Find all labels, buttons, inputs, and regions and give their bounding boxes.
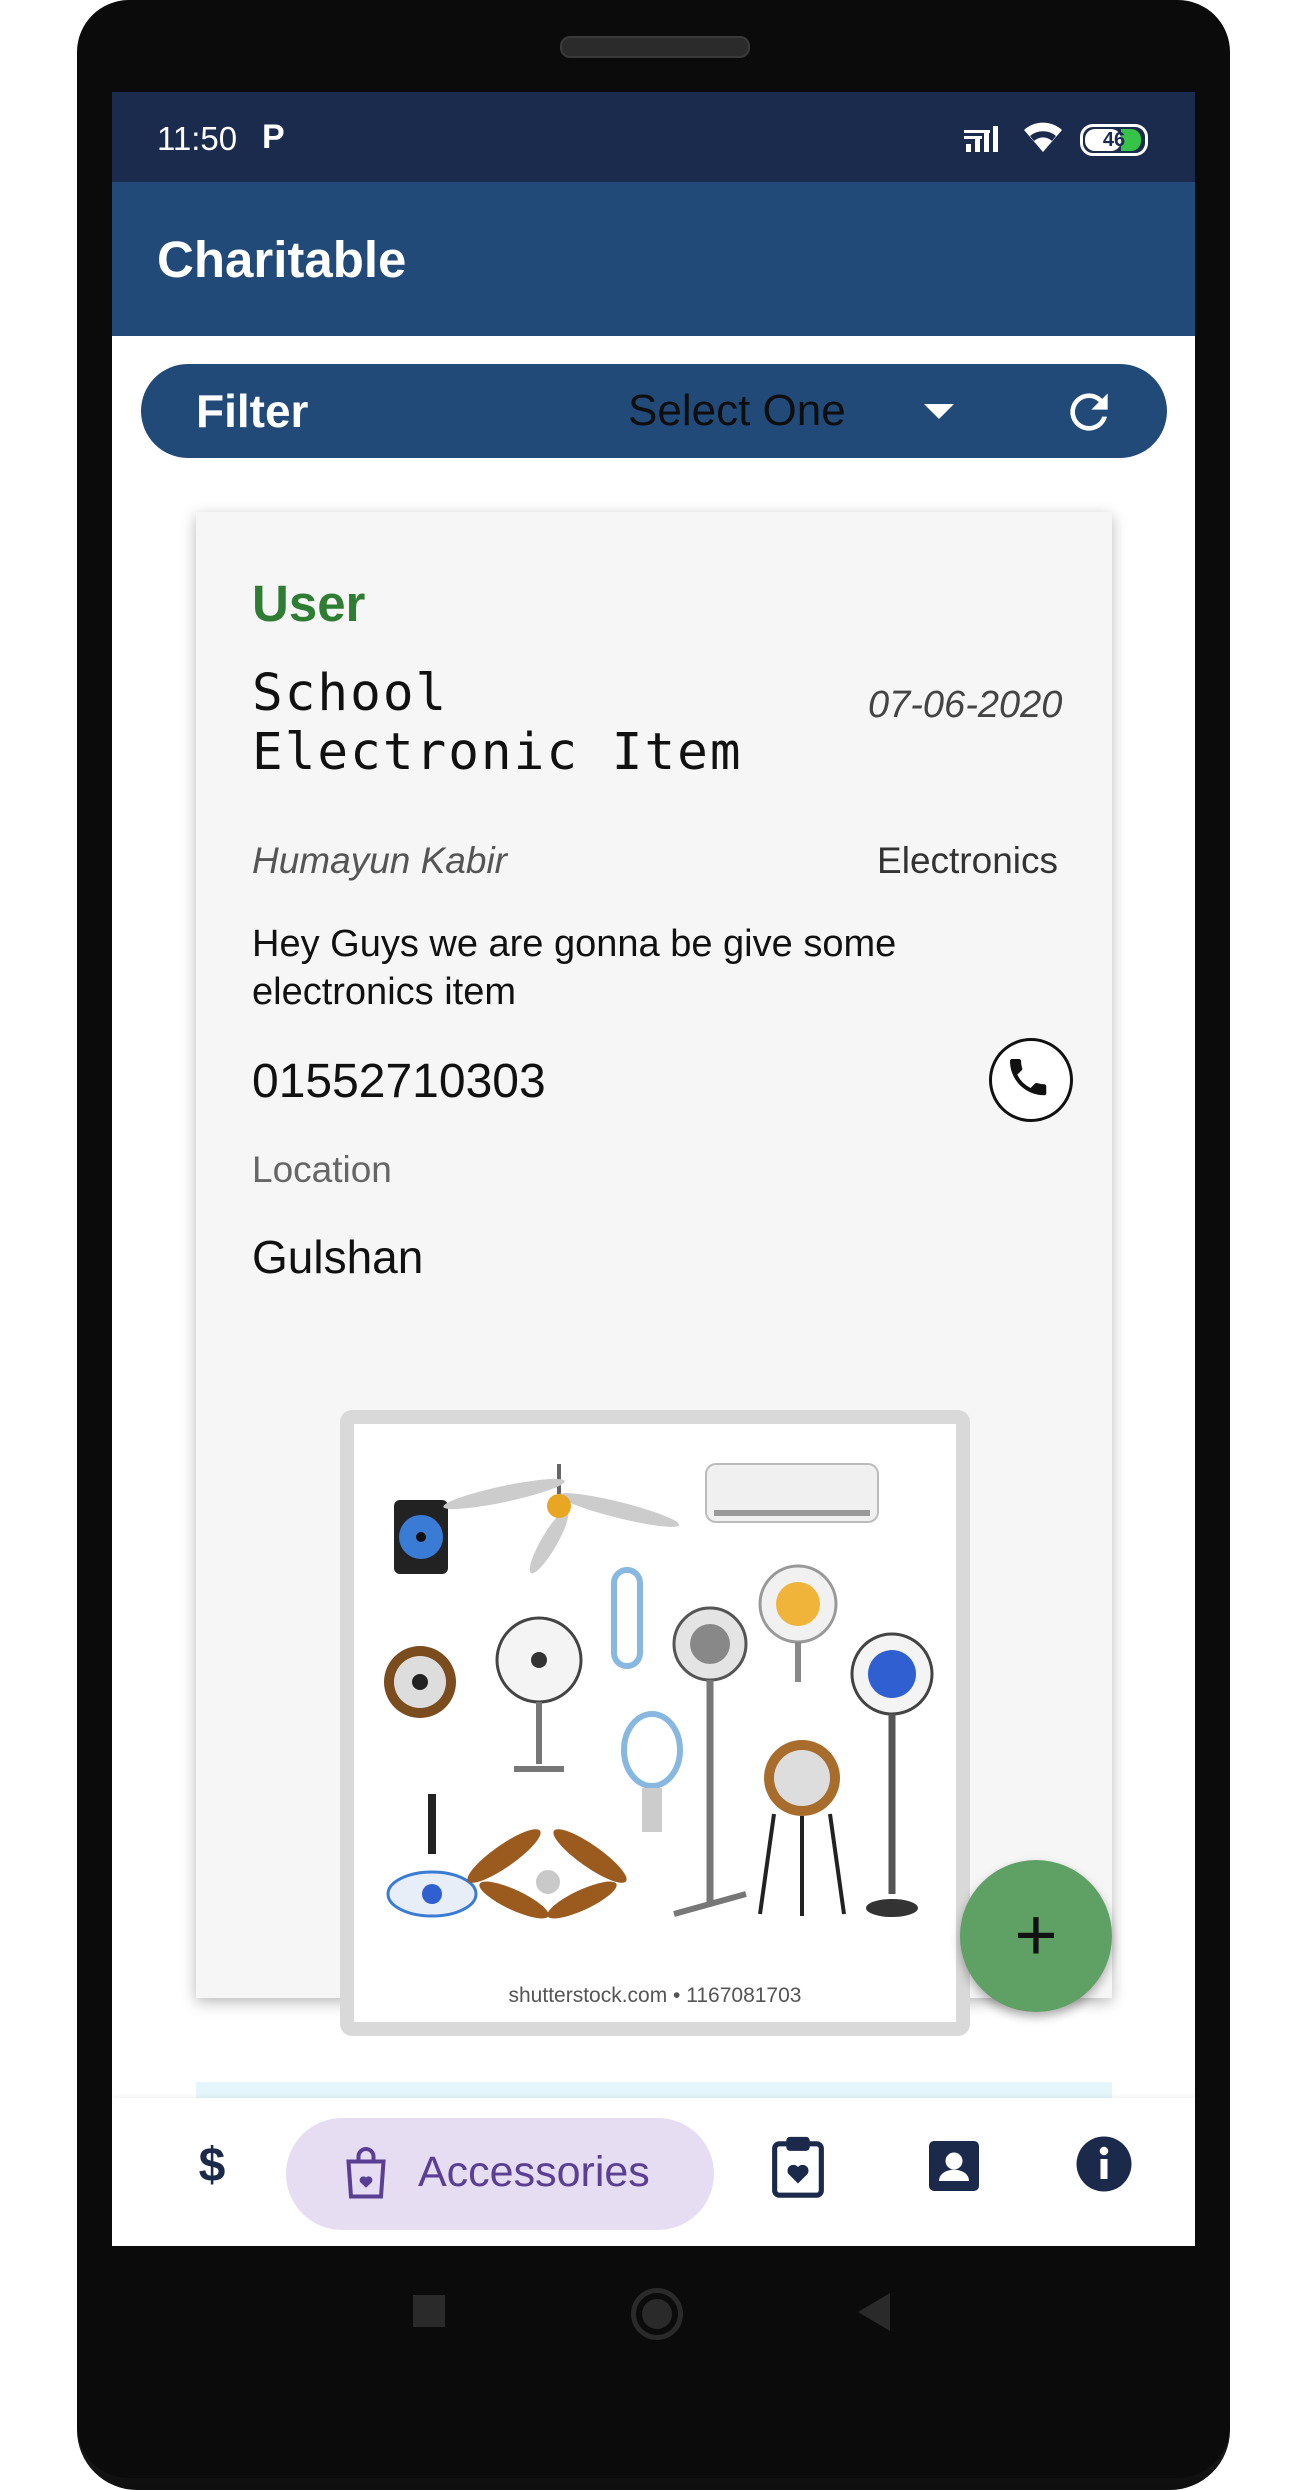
shopping-bag-icon	[346, 2147, 386, 2199]
filter-bar: Filter Select One	[141, 364, 1167, 458]
post-image: shutterstock.com • 1167081703	[354, 1424, 956, 2022]
nav-item-accessories-label: Accessories	[418, 2148, 650, 2196]
add-post-button[interactable]: +	[960, 1860, 1112, 2012]
phone-speaker	[560, 36, 750, 58]
app-title: Charitable	[157, 231, 407, 288]
plus-icon: +	[1014, 1893, 1058, 1976]
battery-icon: 46	[1080, 124, 1148, 156]
status-bar: 11:50 P 46	[112, 92, 1195, 182]
location-value: Gulshan	[252, 1231, 424, 1283]
nav-item-accessories[interactable]: Accessories	[286, 2118, 714, 2230]
bottom-navigation: $ Accessories	[112, 2098, 1195, 2246]
location-label: Location	[252, 1149, 392, 1190]
parking-p-icon: P	[262, 118, 285, 156]
status-time: 11:50	[157, 120, 238, 157]
call-button[interactable]	[989, 1038, 1073, 1122]
post-phone-number: 01552710303	[252, 1055, 546, 1108]
post-title-line-2: Electronic Item	[252, 723, 743, 782]
wifi-icon	[1024, 122, 1062, 152]
back-button[interactable]	[858, 2293, 890, 2331]
post-date: 07-06-2020	[868, 684, 1063, 726]
phone-icon	[1009, 1058, 1047, 1096]
info-icon[interactable]	[1074, 2134, 1134, 2194]
next-card-edge	[196, 2082, 1112, 2098]
post-description: Hey Guys we are gonna be give some elect…	[252, 923, 897, 1013]
contact-card-icon[interactable]	[924, 2136, 984, 2196]
post-role-label: User	[252, 575, 366, 632]
dropdown-caret-icon[interactable]	[924, 404, 954, 419]
app-screen: 11:50 P 46 Charitable Filter Select One	[112, 92, 1195, 2246]
post-title-line-1: School	[252, 664, 449, 723]
fans-illustration	[384, 1463, 934, 1919]
filter-label: Filter	[196, 385, 309, 437]
post-image-frame[interactable]: shutterstock.com • 1167081703	[340, 1410, 970, 2036]
clipboard-heart-icon[interactable]	[770, 2134, 826, 2198]
post-category: Electronics	[877, 840, 1058, 881]
battery-level: 46	[1102, 129, 1126, 151]
refresh-icon[interactable]	[1061, 384, 1117, 440]
recents-button[interactable]	[413, 2295, 445, 2327]
post-author: Humayun Kabir	[252, 840, 508, 881]
home-button[interactable]	[631, 2288, 683, 2340]
donation-card[interactable]: User School Electronic Item 07-06-2020 H…	[196, 512, 1112, 2036]
filter-select[interactable]: Select One	[628, 386, 846, 436]
signal-icon	[964, 126, 998, 152]
post-title: School Electronic Item	[252, 664, 743, 782]
image-credit: shutterstock.com • 1167081703	[508, 1984, 802, 2007]
nav-donate-dollar-icon[interactable]: $	[182, 2138, 242, 2193]
